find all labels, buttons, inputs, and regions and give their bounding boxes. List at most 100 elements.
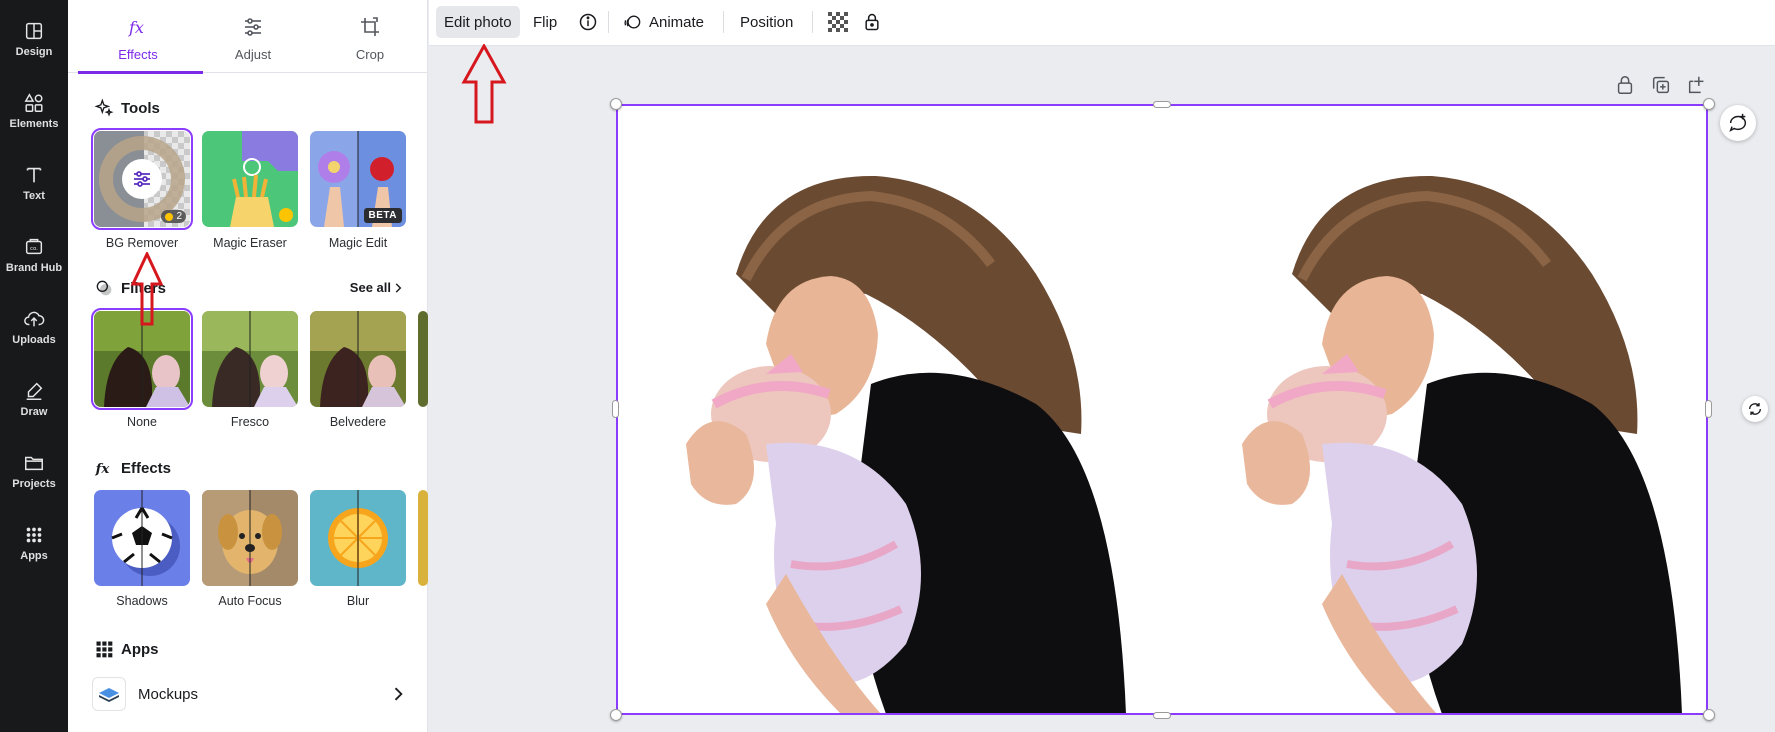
crop-icon (361, 17, 379, 36)
mother-and-baby-photo[interactable] (616, 104, 1708, 714)
filter-none-thumbnail (94, 311, 190, 407)
resize-handle-bottom-right[interactable] (1703, 709, 1715, 721)
rail-item-label: Elements (9, 118, 59, 130)
add-page-icon[interactable] (1686, 74, 1708, 96)
rail-item-design[interactable]: Design (0, 12, 68, 72)
effect-label: Auto Focus (218, 594, 282, 608)
photo-copy-right (1242, 175, 1682, 714)
resize-handle-right[interactable] (1705, 400, 1712, 418)
rotate-icon (1749, 403, 1761, 415)
resize-handle-top[interactable] (1153, 101, 1171, 108)
lock-button[interactable] (854, 6, 890, 38)
flip-button[interactable]: Flip (525, 6, 565, 38)
svg-text:co.: co. (30, 246, 38, 252)
rail-item-draw[interactable]: Draw (0, 372, 68, 432)
effect-shadows[interactable] (94, 490, 190, 586)
mockups-icon (92, 677, 126, 711)
annotation-arrow-up-icon (461, 44, 507, 124)
filter-fresco[interactable] (202, 311, 298, 407)
usage-count: 2 (176, 211, 182, 222)
context-toolbar: Edit photo Flip Animate Position (429, 0, 1775, 46)
edit-photo-panel: fx Effects Adjust Crop Tools 2 BG Remove… (68, 0, 428, 732)
see-all-text: See all (349, 280, 391, 295)
effect-blur-thumbnail (310, 490, 406, 586)
tool-magic-edit[interactable]: BETA (310, 131, 406, 227)
usage-count-badge: 2 (161, 210, 186, 223)
tool-label: BG Remover (105, 236, 179, 250)
left-rail: Design Elements Text co. Brand Hub Uploa… (0, 0, 68, 732)
resize-handle-bottom[interactable] (1153, 712, 1171, 719)
cloud-upload-icon (24, 311, 45, 327)
filters-see-all-link[interactable]: See all (350, 280, 405, 295)
filter-label: Belvedere (329, 415, 387, 429)
tool-bg-remover[interactable]: 2 (91, 128, 193, 230)
effect-auto-focus-thumbnail (202, 490, 298, 586)
tab-label: Crop (355, 47, 385, 62)
position-button[interactable]: Position (732, 6, 801, 38)
rail-item-label: Apps (20, 550, 48, 562)
edit-photo-button[interactable]: Edit photo (436, 6, 520, 38)
tools-heading: Tools (94, 98, 160, 118)
effect-next-partial[interactable] (418, 490, 428, 586)
shapes-icon (24, 93, 43, 112)
grid-icon (96, 641, 113, 658)
chevron-right-icon (394, 687, 403, 701)
tool-magic-eraser[interactable] (202, 131, 298, 227)
rotate-button[interactable] (1742, 396, 1768, 422)
design-page[interactable] (616, 104, 1708, 714)
add-comment-button[interactable] (1720, 105, 1756, 141)
rail-item-label: Text (23, 190, 45, 202)
tab-adjust[interactable]: Adjust (193, 0, 313, 73)
animate-button[interactable]: Animate (615, 6, 712, 38)
resize-handle-top-left[interactable] (610, 98, 622, 110)
tool-label: Magic Eraser (213, 236, 287, 250)
filters-heading-text: Filters (121, 279, 167, 297)
resize-handle-left[interactable] (612, 400, 619, 418)
animate-icon (624, 15, 641, 29)
sliders-icon (134, 171, 150, 187)
tab-crop[interactable]: Crop (310, 0, 430, 73)
tab-label: Adjust (234, 47, 272, 62)
resize-handle-bottom-left[interactable] (610, 709, 622, 721)
tab-effects[interactable]: fx Effects (78, 0, 203, 74)
filter-fresco-thumbnail (202, 311, 298, 407)
effect-label: Blur (346, 594, 370, 608)
duplicate-page-icon[interactable] (1650, 74, 1672, 96)
rail-item-label: Uploads (12, 334, 56, 346)
fx-icon: fx (128, 18, 144, 37)
lock-page-icon[interactable] (1614, 74, 1636, 96)
beta-badge: BETA (363, 208, 402, 223)
apps-heading-text: Apps (121, 640, 159, 658)
filter-belvedere[interactable] (310, 311, 406, 407)
rail-item-projects[interactable]: Projects (0, 444, 68, 504)
grid-icon (26, 527, 42, 543)
app-label: Mockups (138, 685, 199, 703)
svg-text:fx: fx (128, 18, 144, 37)
text-icon (26, 167, 42, 183)
app-mockups[interactable]: Mockups (92, 674, 408, 714)
effect-blur[interactable] (310, 490, 406, 586)
layout-icon (25, 22, 43, 40)
toolbar-divider (812, 11, 813, 33)
rail-item-elements[interactable]: Elements (0, 84, 68, 144)
transparency-button[interactable] (820, 6, 856, 38)
rail-item-text[interactable]: Text (0, 156, 68, 216)
filter-belvedere-thumbnail (310, 311, 406, 407)
resize-handle-top-right[interactable] (1703, 98, 1715, 110)
effects-heading-text: Effects (121, 459, 172, 477)
rail-item-apps[interactable]: Apps (0, 516, 68, 576)
effects-heading: fx Effects (94, 458, 171, 478)
filter-none[interactable] (91, 308, 193, 410)
chevron-right-icon (395, 282, 402, 293)
editor-app: Design Elements Text co. Brand Hub Uploa… (0, 0, 1775, 732)
rail-item-uploads[interactable]: Uploads (0, 300, 68, 360)
rail-item-brand-hub[interactable]: co. Brand Hub (0, 228, 68, 288)
tab-label: Effects (118, 47, 158, 62)
effect-shadows-thumbnail (94, 490, 190, 586)
sliders-icon (245, 18, 261, 36)
filter-partial-thumbnail (418, 311, 428, 407)
tools-heading-text: Tools (121, 99, 160, 117)
effect-auto-focus[interactable] (202, 490, 298, 586)
info-button[interactable] (570, 6, 606, 38)
filter-next-partial[interactable] (418, 311, 428, 407)
